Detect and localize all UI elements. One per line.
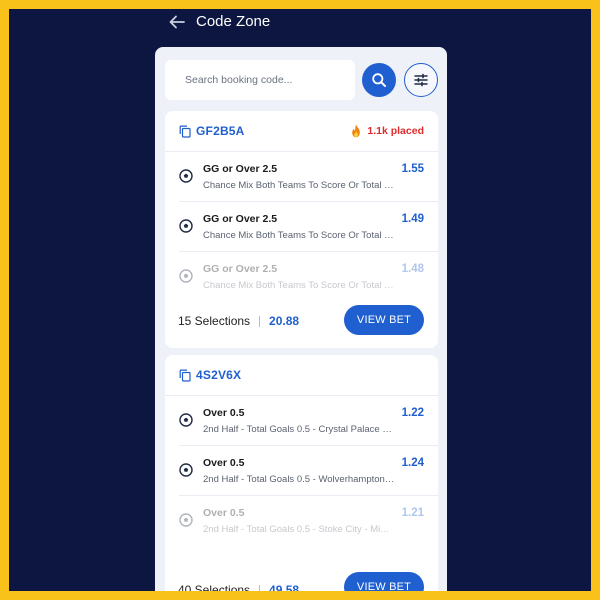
search-icon — [372, 73, 386, 87]
copy-icon[interactable] — [179, 125, 191, 138]
soccer-ball-icon — [179, 169, 193, 183]
selection-market: Chance Mix Both Teams To Score Or Total … — [203, 180, 395, 191]
selection-row[interactable]: GG or Over 2.5 Chance Mix Both Teams To … — [179, 202, 438, 252]
selection-odds: 1.49 — [401, 213, 424, 225]
selection-odds: 1.21 — [401, 507, 424, 519]
divider — [259, 315, 261, 327]
selection-market: Chance Mix Both Teams To Score Or Total … — [203, 280, 395, 291]
code-list-panel: Search booking code... GF2B5A 1.1k place… — [155, 47, 447, 591]
selection-odds: 1.24 — [401, 457, 424, 469]
selection-pick: Over 0.5 — [203, 507, 245, 519]
card-footer: 15 Selections 20.88 VIEW BET — [165, 294, 438, 348]
filter-button[interactable] — [404, 63, 438, 97]
soccer-ball-icon — [179, 413, 193, 427]
booking-code-card: GF2B5A 1.1k placed GG or Over 2.5 Chance… — [165, 111, 438, 348]
selection-pick: GG or Over 2.5 — [203, 163, 278, 175]
soccer-ball-icon — [179, 269, 193, 283]
placed-count: 1.1k placed — [367, 125, 424, 137]
view-bet-button[interactable]: VIEW BET — [344, 572, 424, 591]
selections-count: 15 Selections — [178, 314, 251, 328]
selection-market: Chance Mix Both Teams To Score Or Total … — [203, 230, 395, 241]
view-bet-button[interactable]: VIEW BET — [344, 305, 424, 335]
selection-market: 2nd Half - Total Goals 0.5 - Stoke City … — [203, 524, 395, 535]
page-title: Code Zone — [196, 13, 271, 30]
booking-code-card: 4S2V6X Over 0.5 2nd Half - Total Goals 0… — [165, 355, 438, 591]
selection-pick: Over 0.5 — [203, 407, 245, 419]
selection-pick: Over 0.5 — [203, 457, 245, 469]
selection-odds: 1.55 — [401, 163, 424, 175]
selection-row[interactable]: Over 0.5 2nd Half - Total Goals 0.5 - Cr… — [179, 396, 438, 446]
soccer-ball-icon — [179, 463, 193, 477]
selection-row[interactable]: GG or Over 2.5 Chance Mix Both Teams To … — [179, 152, 438, 202]
booking-code[interactable]: 4S2V6X — [196, 368, 241, 382]
selection-row[interactable]: Over 0.5 2nd Half - Total Goals 0.5 - Wo… — [179, 446, 438, 496]
selection-market: 2nd Half - Total Goals 0.5 - Crystal Pal… — [203, 424, 395, 435]
fire-icon — [352, 124, 361, 138]
card-header: GF2B5A 1.1k placed — [165, 111, 438, 152]
selection-odds: 1.22 — [401, 407, 424, 419]
top-bar: Code Zone — [9, 9, 591, 35]
booking-code[interactable]: GF2B5A — [196, 124, 245, 138]
total-odds: 20.88 — [269, 314, 300, 328]
soccer-ball-icon — [179, 219, 193, 233]
selection-pick: GG or Over 2.5 — [203, 263, 278, 275]
search-button[interactable] — [362, 63, 396, 97]
card-header: 4S2V6X — [165, 355, 438, 396]
divider — [259, 584, 261, 591]
selections-count: 40 Selections — [178, 583, 251, 591]
selection-row[interactable]: Over 0.5 2nd Half - Total Goals 0.5 - St… — [179, 496, 438, 546]
total-odds: 49.58 — [269, 583, 300, 591]
copy-icon[interactable] — [179, 369, 191, 382]
selection-market: 2nd Half - Total Goals 0.5 - Wolverhampt… — [203, 474, 395, 485]
sliders-icon — [414, 73, 428, 87]
selection-odds: 1.48 — [401, 263, 424, 275]
search-input[interactable]: Search booking code... — [165, 60, 355, 100]
app-screen: Code Zone Search booking code... GF2B5A … — [9, 9, 591, 591]
soccer-ball-icon — [179, 513, 193, 527]
card-footer: 40 Selections 49.58 VIEW BET — [165, 565, 438, 591]
selection-pick: GG or Over 2.5 — [203, 213, 278, 225]
arrow-left-icon[interactable] — [167, 12, 187, 32]
placed-badge: 1.1k placed — [350, 124, 424, 138]
